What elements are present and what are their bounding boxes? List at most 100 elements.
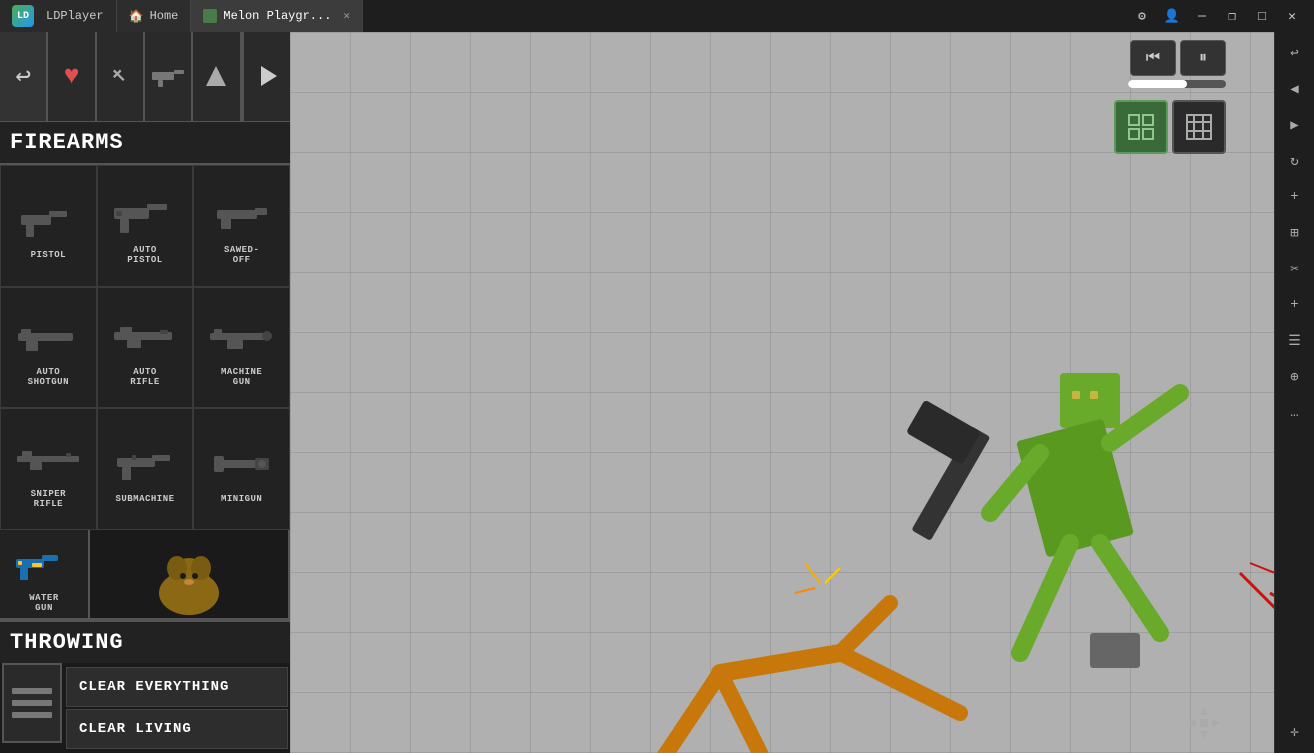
top-right-controls: ⏮ ⏸ xyxy=(1106,32,1234,162)
rp-btn-2[interactable]: ◀ xyxy=(1278,72,1312,106)
play-button[interactable] xyxy=(242,31,290,121)
submachine-label: SUBMACHINE xyxy=(115,494,174,504)
rp-btn-5[interactable]: + xyxy=(1278,180,1312,214)
ldplayer-tab-label: LDPlayer xyxy=(46,9,104,23)
maximize-button[interactable]: □ xyxy=(1248,2,1276,30)
auto-pistol-image xyxy=(110,188,180,243)
sawed-off-label: SAWED-OFF xyxy=(224,245,259,265)
weapon-pistol[interactable]: PISTOL xyxy=(0,165,97,287)
weapon-water-gun[interactable]: WATERGUN xyxy=(0,530,90,618)
settings-icon[interactable]: ⚙ xyxy=(1128,2,1156,30)
rp-btn-3[interactable]: ▶ xyxy=(1278,108,1312,142)
media-btn-row: ⏮ ⏸ xyxy=(1130,40,1226,76)
gun-icon xyxy=(150,64,186,88)
partial-item xyxy=(90,530,290,618)
action-buttons: CLEAR EVERYTHING CLEAR LIVING xyxy=(64,663,290,753)
extra-button[interactable] xyxy=(193,31,241,121)
game-sidebar: ↩ ♥ ✝ xyxy=(0,32,290,753)
pause-icon: ⏸ xyxy=(1199,49,1207,67)
minigun-image xyxy=(207,437,277,492)
main-layout: ↩ ♥ ✝ xyxy=(0,32,1314,753)
rewind-icon: ⏮ xyxy=(1146,49,1160,67)
rp-move-btn[interactable]: ✛ xyxy=(1278,715,1312,749)
weapon-sawed-off[interactable]: SAWED-OFF xyxy=(193,165,290,287)
move-cursor[interactable] xyxy=(1182,701,1226,745)
pistol-label: PISTOL xyxy=(31,250,66,260)
minigun-label: MINIGUN xyxy=(221,494,262,504)
water-gun-row: WATERGUN xyxy=(0,530,290,620)
ldplayer-logo: LD xyxy=(12,5,34,27)
extra-icon xyxy=(202,62,230,90)
tab-home[interactable]: 🏠 Home xyxy=(117,0,192,32)
rp-btn-10[interactable]: ⊕ xyxy=(1278,360,1312,394)
auto-shotgun-image xyxy=(13,310,83,365)
tab-melon[interactable]: Melon Playgr... ✕ xyxy=(191,0,363,32)
grid-icon xyxy=(1185,113,1213,141)
home-tab-label: Home xyxy=(150,9,179,23)
clear-everything-button[interactable]: CLEAR EVERYTHING xyxy=(66,667,288,707)
view-buttons xyxy=(1114,100,1226,154)
home-icon: 🏠 xyxy=(129,9,144,24)
weapon-auto-rifle[interactable]: AUTORIFLE xyxy=(97,287,194,409)
tab-ldplayer[interactable]: LD LDPlayer xyxy=(0,0,117,32)
list-line-2 xyxy=(12,700,52,706)
toolbar-row: ↩ ♥ ✝ xyxy=(0,32,290,122)
throwing-label: THROWING xyxy=(0,620,290,663)
weapon-submachine[interactable]: SUBMACHINE xyxy=(97,408,194,530)
machine-gun-label: MACHINEGUN xyxy=(221,367,262,387)
rp-btn-1[interactable]: ↩ xyxy=(1278,36,1312,70)
minimize-button[interactable]: ─ xyxy=(1188,2,1216,30)
move-icon xyxy=(1186,705,1222,741)
weapon-machine-gun[interactable]: MACHINEGUN xyxy=(193,287,290,409)
weapon-minigun[interactable]: MINIGUN xyxy=(193,408,290,530)
crosshair-icon xyxy=(1127,113,1155,141)
melee-button[interactable]: ✝ xyxy=(97,31,145,121)
rp-btn-7[interactable]: ✂ xyxy=(1278,252,1312,286)
category-label: FIREARMS xyxy=(0,122,290,165)
auto-pistol-label: AUTOPISTOL xyxy=(127,245,162,265)
grid-view-button[interactable] xyxy=(1172,100,1226,154)
play-icon xyxy=(253,62,281,90)
rp-btn-9[interactable]: ☰ xyxy=(1278,324,1312,358)
rp-btn-8[interactable]: + xyxy=(1278,288,1312,322)
back-button[interactable]: ↩ xyxy=(0,31,48,121)
sawed-off-image xyxy=(207,188,277,243)
auto-rifle-label: AUTORIFLE xyxy=(130,367,160,387)
action-area: CLEAR EVERYTHING CLEAR LIVING xyxy=(0,663,290,753)
weapon-sniper-rifle[interactable]: SNIPERRIFLE xyxy=(0,408,97,530)
rp-btn-4[interactable]: ↻ xyxy=(1278,144,1312,178)
restore-button[interactable]: ❐ xyxy=(1218,2,1246,30)
water-gun-label: WATERGUN xyxy=(29,593,59,613)
close-tab-icon[interactable]: ✕ xyxy=(343,9,350,23)
firearms-button[interactable] xyxy=(145,31,193,121)
rp-btn-6[interactable]: ⊞ xyxy=(1278,216,1312,250)
weapon-auto-pistol[interactable]: AUTOPISTOL xyxy=(97,165,194,287)
water-gun-image xyxy=(9,536,79,591)
speed-bar[interactable] xyxy=(1128,80,1226,88)
title-bar: LD LDPlayer 🏠 Home Melon Playgr... ✕ ⚙ 👤… xyxy=(0,0,1314,32)
list-line-3 xyxy=(12,712,52,718)
auto-rifle-image xyxy=(110,310,180,365)
rewind-button[interactable]: ⏮ xyxy=(1130,40,1176,76)
weapon-auto-shotgun[interactable]: AUTOSHOTGUN xyxy=(0,287,97,409)
melon-icon xyxy=(203,9,217,23)
pistol-image xyxy=(13,193,83,248)
tab-list: LD LDPlayer 🏠 Home Melon Playgr... ✕ xyxy=(0,0,363,32)
user-icon[interactable]: 👤 xyxy=(1158,2,1186,30)
sniper-rifle-image xyxy=(13,432,83,487)
speed-fill xyxy=(1128,80,1187,88)
game-canvas: ⏮ ⏸ xyxy=(290,32,1274,753)
clear-living-button[interactable]: CLEAR LIVING xyxy=(66,709,288,749)
crosshair-view-button[interactable] xyxy=(1114,100,1168,154)
window-controls: ⚙ 👤 ─ ❐ □ ✕ xyxy=(1128,2,1314,30)
weapons-grid: PISTOL AUTOPISTOL xyxy=(0,165,290,530)
character-scene xyxy=(440,253,1274,753)
submachine-image xyxy=(110,437,180,492)
pause-button[interactable]: ⏸ xyxy=(1180,40,1226,76)
health-button[interactable]: ♥ xyxy=(48,31,96,121)
close-button[interactable]: ✕ xyxy=(1278,2,1306,30)
right-panel: ↩ ◀ ▶ ↻ + ⊞ ✂ + ☰ ⊕ … ✛ xyxy=(1274,32,1314,753)
sword-icon: ✝ xyxy=(106,62,134,90)
rp-btn-11[interactable]: … xyxy=(1278,396,1312,430)
list-line-1 xyxy=(12,688,52,694)
